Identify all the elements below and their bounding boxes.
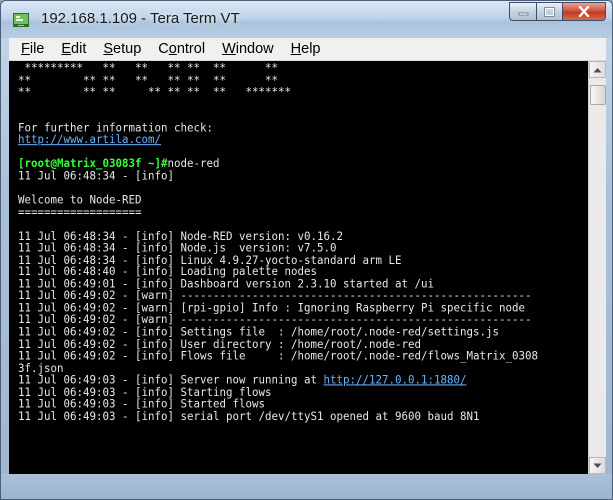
terminal-link[interactable]: http://127.0.0.1:1880/ — [324, 373, 467, 387]
terminal-line: 11 Jul 06:49:02 - [info] Flows file : /h… — [18, 350, 538, 362]
maximize-button[interactable] — [536, 2, 562, 21]
close-icon — [578, 6, 590, 17]
terminal-line: ** ** ** ** ** ** ** ******* — [18, 86, 538, 98]
window-bottom-frame — [1, 474, 612, 499]
terminal-line: 11 Jul 06:48:34 - [info] — [18, 170, 538, 182]
minimize-button[interactable] — [509, 2, 536, 21]
terminal-text: 11 Jul 06:49:02 - [info] Flows file : /h… — [18, 349, 539, 363]
window-title: 192.168.1.109 - Tera Term VT — [41, 10, 240, 27]
scroll-up-arrow-icon — [593, 67, 602, 72]
terminal-line: 11 Jul 06:49:03 - [info] serial port /de… — [18, 410, 538, 422]
scroll-up-button[interactable] — [589, 61, 606, 78]
scroll-down-arrow-icon — [593, 463, 602, 468]
menu-edit[interactable]: Edit — [61, 41, 86, 57]
terminal-text: 11 Jul 06:48:34 - [info] — [18, 169, 175, 183]
terminal-output: ********* ** ** ** ** ** ** ** ** ** ** *… — [18, 62, 538, 422]
caption-buttons — [509, 2, 606, 22]
maximize-icon — [544, 6, 555, 17]
scroll-thumb[interactable] — [590, 85, 606, 105]
menu-help[interactable]: Help — [291, 41, 321, 57]
menu-bar: File Edit Setup Control Window Help — [9, 38, 606, 61]
menu-setup[interactable]: Setup — [103, 41, 141, 57]
terminal-text: =================== — [18, 205, 142, 219]
terminal-line: =================== — [18, 206, 538, 218]
vertical-scrollbar[interactable] — [588, 61, 606, 474]
scroll-down-button[interactable] — [589, 457, 606, 474]
terminal-text: 11 Jul 06:49:03 - [info] serial port /de… — [18, 409, 480, 423]
terminal-screen[interactable]: ********* ** ** ** ** ** ** ** ** ** ** *… — [9, 61, 588, 474]
terminal-text: ** ** ** ** ** ** ** ******* — [18, 84, 292, 99]
minimize-icon — [518, 12, 528, 16]
menu-window[interactable]: Window — [222, 41, 274, 57]
terminal-link[interactable]: http://www.artila.com/ — [18, 133, 161, 147]
menu-control[interactable]: Control — [158, 41, 205, 57]
title-bar[interactable]: 192.168.1.109 - Tera Term VT — [1, 1, 612, 39]
menu-file[interactable]: File — [21, 41, 44, 57]
close-button[interactable] — [562, 2, 606, 21]
tera-term-icon — [13, 13, 29, 27]
tera-term-window: 192.168.1.109 - Tera Term VT File Edit Set… — [0, 0, 613, 500]
terminal-line: http://www.artila.com/ — [18, 134, 538, 146]
terminal-text: node-red — [167, 157, 220, 171]
